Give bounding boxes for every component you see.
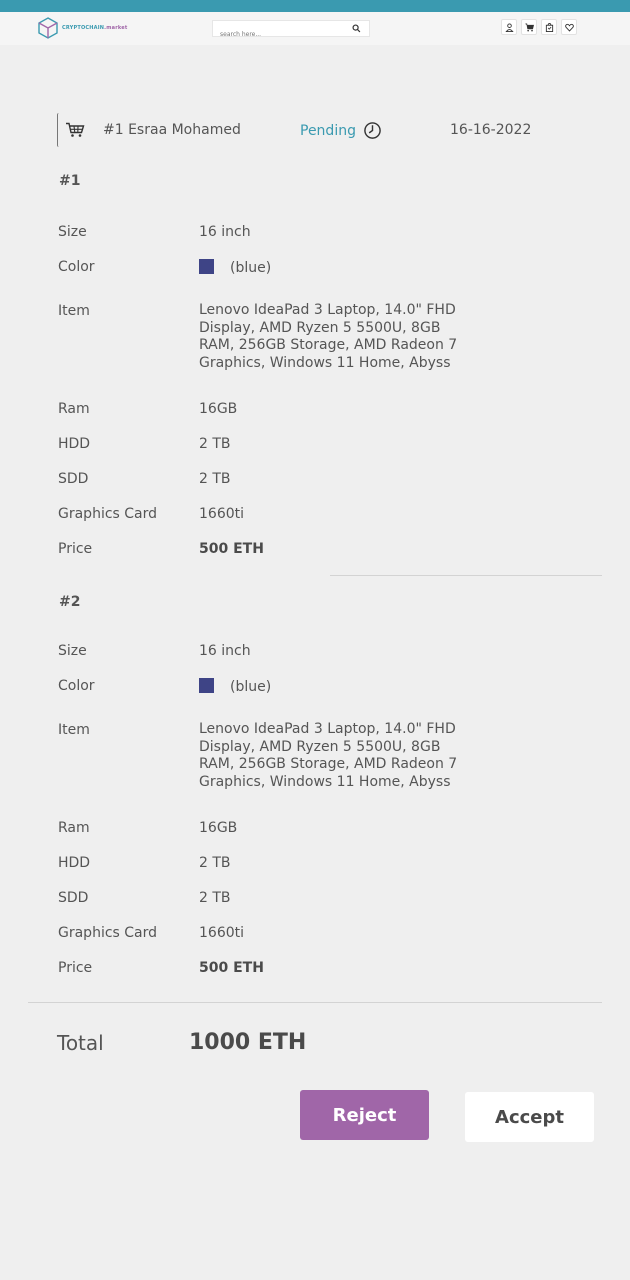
logo[interactable]: CRYPTOCHAIN.market: [38, 17, 128, 39]
item-divider: [330, 575, 602, 576]
size-value: 16 inch: [199, 643, 251, 659]
item-number: #2: [59, 594, 81, 610]
order-date: 16-16-2022: [450, 122, 532, 138]
cart-icon: [65, 122, 84, 137]
accept-button[interactable]: Accept: [465, 1092, 594, 1142]
top-accent-bar: [0, 0, 630, 12]
header: CRYPTOCHAIN.market: [0, 12, 630, 45]
ram-value: 16GB: [199, 820, 238, 836]
graphics-card-value: 1660ti: [199, 506, 245, 522]
search-input[interactable]: [213, 27, 343, 42]
header-icons: [501, 19, 577, 35]
item-description: Lenovo IdeaPad 3 Laptop, 14.0" FHD Displ…: [199, 302, 458, 371]
heart-icon: [564, 23, 574, 32]
status-label: Pending: [300, 122, 356, 139]
reject-button[interactable]: Reject: [300, 1090, 429, 1140]
color-value: (blue): [199, 678, 271, 695]
cube-logo-icon: [38, 17, 58, 39]
total-value: 1000 ETH: [189, 1030, 307, 1055]
color-value: (blue): [199, 259, 271, 276]
graphics-card-label: Graphics Card: [58, 506, 158, 522]
hdd-value: 2 TB: [199, 436, 231, 452]
sdd-label: SDD: [58, 471, 89, 487]
cart-icon: [524, 23, 534, 31]
clock-icon: [364, 122, 381, 139]
sdd-value: 2 TB: [199, 471, 231, 487]
ram-value: 16GB: [199, 401, 238, 417]
color-label: Color: [58, 259, 95, 275]
color-label: Color: [58, 678, 95, 694]
size-value: 16 inch: [199, 224, 251, 240]
total-label: Total: [57, 1031, 104, 1055]
price-value: 500 ETH: [199, 960, 264, 976]
user-icon: [504, 22, 514, 32]
price-label: Price: [58, 960, 93, 976]
wishlist-button[interactable]: [561, 19, 577, 35]
graphics-card-label: Graphics Card: [58, 925, 158, 941]
cart-button[interactable]: [521, 19, 537, 35]
price-label: Price: [58, 541, 93, 557]
size-label: Size: [58, 224, 87, 240]
order-status: Pending: [300, 121, 382, 140]
ram-label: Ram: [58, 401, 90, 417]
sdd-value: 2 TB: [199, 890, 231, 906]
order-row: #1 Esraa Mohamed Pending 16-16-2022: [57, 113, 557, 147]
account-button[interactable]: [501, 19, 517, 35]
order-title: #1 Esraa Mohamed: [103, 122, 241, 138]
color-swatch: [199, 678, 214, 693]
hdd-label: HDD: [58, 855, 91, 871]
ram-label: Ram: [58, 820, 90, 836]
item-label: Item: [58, 303, 90, 319]
sdd-label: SDD: [58, 890, 89, 906]
orders-button[interactable]: [541, 19, 557, 35]
graphics-card-value: 1660ti: [199, 925, 245, 941]
hdd-label: HDD: [58, 436, 91, 452]
order-cart-box: [57, 113, 91, 147]
search-icon[interactable]: [352, 24, 361, 33]
brand-name: CRYPTOCHAIN.market: [62, 25, 128, 31]
item-number: #1: [59, 173, 81, 189]
item-description: Lenovo IdeaPad 3 Laptop, 14.0" FHD Displ…: [199, 721, 458, 790]
color-swatch: [199, 259, 214, 274]
total-divider: [28, 1002, 602, 1003]
hdd-value: 2 TB: [199, 855, 231, 871]
price-value: 500 ETH: [199, 541, 264, 557]
bag-icon: [545, 22, 553, 32]
search-box: [212, 20, 370, 42]
item-label: Item: [58, 722, 90, 738]
size-label: Size: [58, 643, 87, 659]
